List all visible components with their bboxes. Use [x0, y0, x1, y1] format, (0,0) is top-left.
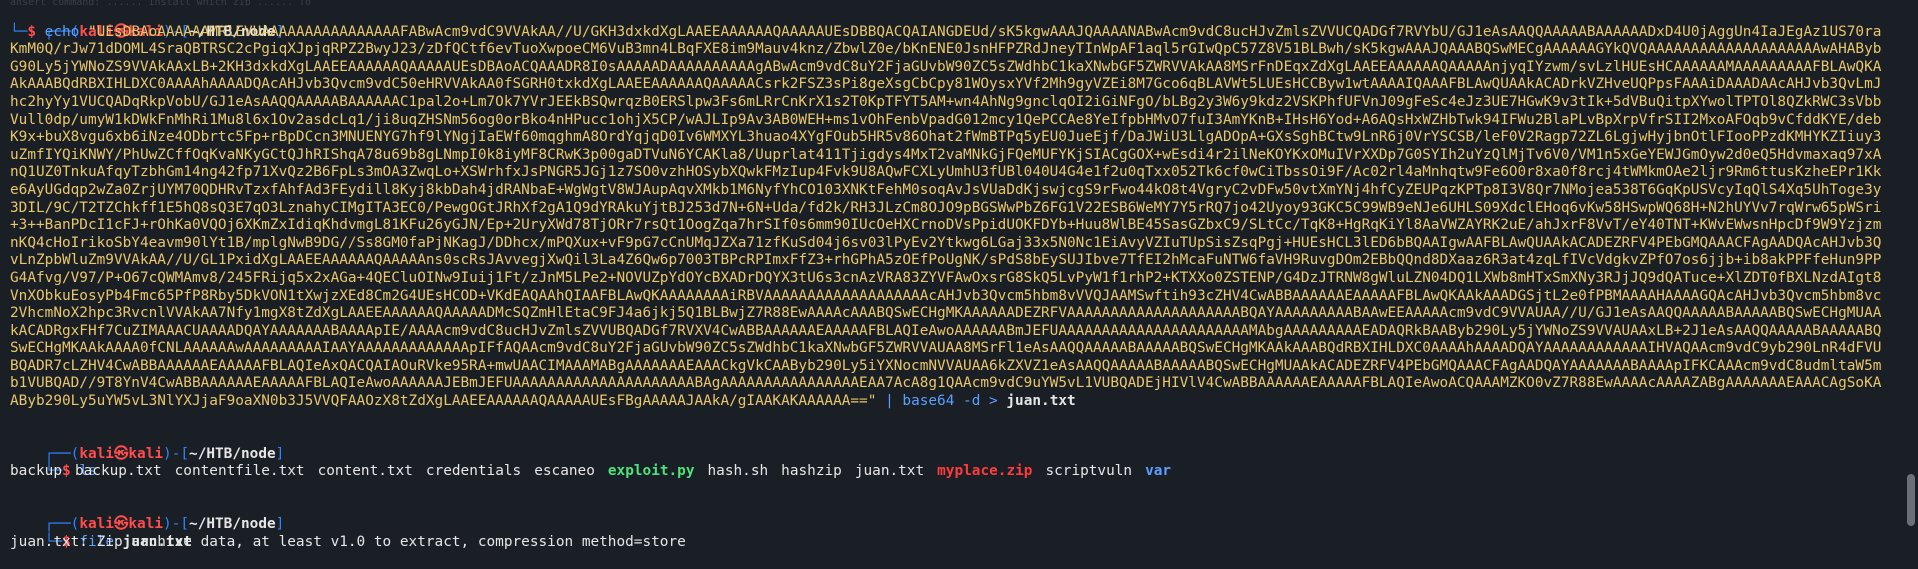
scrollbar-thumb[interactable] — [1907, 474, 1915, 526]
prompt-line: ┌──(kali㉿kali)-[~/HTB/node] — [44, 516, 285, 533]
command-line-echo[interactable]: └─$ echo "UEsDBAoAAAAAAMRlEVUAAAAAAAAAAA… — [10, 24, 1890, 411]
ls-item: backup — [10, 463, 62, 480]
base64-command: base64 -d > — [902, 393, 998, 410]
ls-item: hashzip — [781, 463, 842, 480]
ls-item: content.txt — [317, 463, 413, 480]
ls-item: credentials — [425, 463, 522, 480]
prompt-line: ┌──(kali㉿kali)-[~/HTB/node] — [44, 23, 285, 40]
terminal[interactable]: ansert command: ...... install which zip… — [10, 0, 1890, 551]
ls-output: backup backup.txt contentfile.txt conten… — [10, 463, 1890, 481]
command-line-file[interactable]: └─$ file juan.txt — [10, 516, 1890, 550]
prompt-line: ┌──(kali㉿kali)-[~/HTB/node] — [44, 445, 285, 462]
command-name: echo — [44, 23, 80, 40]
base64-string: "UEsDBAoAAAAAAMRlEVUAAAAAAAAAAAAAAAAFABw… — [10, 23, 1882, 410]
vertical-scrollbar[interactable] — [1904, 0, 1918, 530]
ls-item-archive: myplace.zip — [937, 463, 1033, 480]
ls-item: juan.txt — [854, 463, 925, 480]
ls-item: escaneo — [534, 463, 595, 480]
ls-item: hash.sh — [707, 463, 769, 480]
output-target: juan.txt — [1006, 393, 1076, 410]
ls-item-directory: var — [1145, 463, 1172, 480]
file-output: juan.txt: Zip archive data, at least v1.… — [10, 533, 686, 550]
pipe-operator: | — [885, 393, 894, 410]
ls-item-executable: exploit.py — [607, 463, 695, 480]
command-line-ls[interactable]: └─$ ls — [10, 446, 1890, 479]
ls-item: scriptvuln — [1045, 463, 1133, 480]
ls-item: backup.txt — [74, 463, 162, 480]
ls-item: contentfile.txt — [174, 463, 305, 480]
